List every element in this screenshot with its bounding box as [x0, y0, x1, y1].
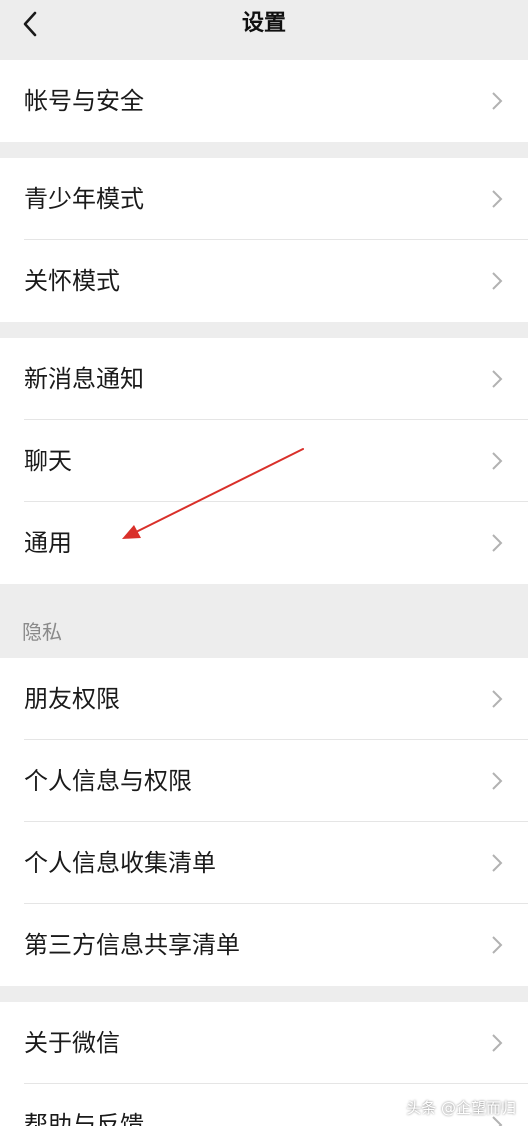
settings-item-label: 个人信息与权限 — [24, 767, 192, 795]
chevron-right-icon — [490, 420, 504, 502]
watermark: 头条 @企望而归 — [406, 1099, 516, 1117]
settings-item-about-wechat[interactable]: 关于微信 — [0, 1002, 528, 1084]
settings-screen: 设置 帐号与安全 青少年模式 关怀模式 新消息通知 聊天 通用 隐私 朋友权限 … — [0, 0, 528, 1126]
chevron-right-icon — [490, 658, 504, 740]
chevron-right-icon — [490, 338, 504, 420]
settings-item-label: 朋友权限 — [24, 685, 120, 713]
chevron-right-icon — [490, 740, 504, 822]
settings-item-label: 第三方信息共享清单 — [24, 931, 240, 959]
settings-item-label: 关于微信 — [24, 1029, 120, 1057]
group-privacy: 朋友权限 个人信息与权限 个人信息收集清单 第三方信息共享清单 — [0, 658, 528, 986]
chevron-right-icon — [490, 904, 504, 986]
settings-item-chat[interactable]: 聊天 — [0, 420, 528, 502]
settings-item-label: 个人信息收集清单 — [24, 849, 216, 877]
settings-item-label: 帮助与反馈 — [24, 1111, 144, 1126]
settings-item-personal-info-permissions[interactable]: 个人信息与权限 — [0, 740, 528, 822]
settings-item-third-party-sharing-list[interactable]: 第三方信息共享清单 — [0, 904, 528, 986]
settings-item-general[interactable]: 通用 — [0, 502, 528, 584]
group-general: 新消息通知 聊天 通用 — [0, 338, 528, 584]
chevron-right-icon — [490, 502, 504, 584]
settings-item-teen-mode[interactable]: 青少年模式 — [0, 158, 528, 240]
chevron-left-icon — [23, 11, 37, 37]
settings-item-care-mode[interactable]: 关怀模式 — [0, 240, 528, 322]
chevron-right-icon — [490, 240, 504, 322]
settings-item-label: 帐号与安全 — [24, 87, 144, 115]
chevron-right-icon — [490, 158, 504, 240]
settings-item-info-collection-list[interactable]: 个人信息收集清单 — [0, 822, 528, 904]
settings-item-friend-permissions[interactable]: 朋友权限 — [0, 658, 528, 740]
page-title: 设置 — [241, 11, 286, 36]
back-button[interactable] — [6, 2, 54, 46]
chevron-right-icon — [490, 822, 504, 904]
group-modes: 青少年模式 关怀模式 — [0, 158, 528, 322]
chevron-right-icon — [490, 60, 504, 142]
settings-item-label: 关怀模式 — [24, 267, 120, 295]
group-account: 帐号与安全 — [0, 60, 528, 142]
header-bar: 设置 — [0, 0, 528, 58]
settings-item-label: 新消息通知 — [24, 365, 144, 393]
settings-item-notifications[interactable]: 新消息通知 — [0, 338, 528, 420]
settings-item-label: 聊天 — [24, 447, 72, 475]
settings-item-label: 青少年模式 — [24, 185, 144, 213]
chevron-right-icon — [490, 1002, 504, 1084]
settings-item-label: 通用 — [24, 529, 72, 557]
settings-item-account-security[interactable]: 帐号与安全 — [0, 60, 528, 142]
section-label-privacy: 隐私 — [22, 620, 62, 644]
